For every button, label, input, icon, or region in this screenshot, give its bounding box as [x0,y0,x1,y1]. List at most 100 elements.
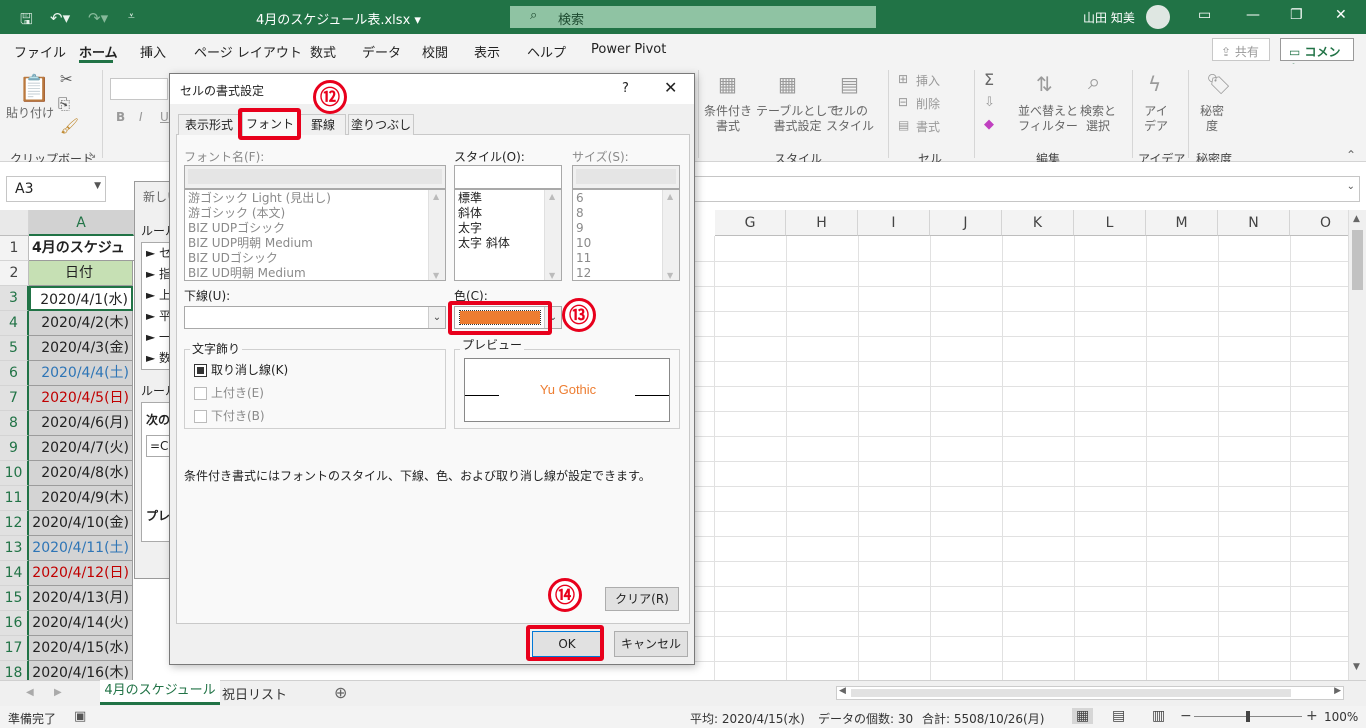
autosum-icon[interactable]: Σ [984,70,994,89]
font-size-input[interactable] [572,165,680,189]
size-list-scrollbar[interactable]: ▲ ▼ [662,190,679,280]
cell-styles-label[interactable]: セルの スタイル [826,104,874,134]
tab-number-format[interactable]: 表示形式 [178,114,240,135]
row-header[interactable]: 18 [0,661,29,680]
date-cell[interactable]: 2020/4/15(水) [29,636,133,661]
date-cell[interactable]: 2020/4/12(日) [29,561,133,586]
tab-view[interactable]: 表示 [474,42,500,61]
help-button[interactable]: ? [622,81,629,96]
row-header[interactable]: 7 [0,386,29,411]
chevron-down-icon[interactable]: ▼ [94,181,101,191]
delete-cells-label[interactable]: 削除 [916,95,940,112]
zoom-slider-thumb[interactable] [1246,711,1250,722]
sensitivity-icon[interactable]: 🏷 [1206,72,1231,96]
scroll-right-icon[interactable]: ▶ [1334,686,1341,696]
close-icon[interactable]: ✕ [1335,7,1347,23]
row-header[interactable]: 12 [0,511,29,536]
delete-cells-icon[interactable]: ⊟ [898,95,908,109]
row-header[interactable]: 6 [0,361,29,386]
dialog-launcher-icon[interactable]: ↘ [88,150,96,161]
underline-icon[interactable]: U [160,110,169,124]
column-header-m[interactable]: M [1146,210,1218,236]
macro-record-icon[interactable]: ▣ [74,709,86,724]
tab-fill[interactable]: 塗りつぶし [348,114,414,135]
font-name-list[interactable]: 游ゴシック Light (見出し) 游ゴシック (本文) BIZ UDPゴシック… [184,189,446,281]
fill-icon[interactable]: ⇩ [984,95,995,110]
checkbox[interactable] [194,387,207,400]
row-header[interactable]: 2 [0,261,29,286]
date-cell[interactable]: 2020/4/6(月) [29,411,133,436]
checkbox[interactable] [194,410,207,423]
insert-cells-label[interactable]: 挿入 [916,72,940,89]
font-list-item[interactable]: BIZ UD明朝 Medium [185,266,445,280]
tab-data[interactable]: データ [362,42,401,61]
cut-icon[interactable]: ✂ [60,70,73,88]
sheet-title-cell[interactable]: 4月のスケジュー [29,236,139,281]
scroll-thumb[interactable] [1352,230,1363,290]
scroll-up-icon[interactable]: ▲ [549,192,555,201]
underline-select[interactable]: ⌄ [184,306,446,329]
date-cell[interactable]: 2020/4/7(火) [29,436,133,461]
copy-icon[interactable]: ⎘ [58,95,70,113]
row-header[interactable]: 4 [0,311,29,336]
date-cell[interactable]: 2020/4/16(木) [29,661,133,680]
expand-formula-icon[interactable]: ⌄ [1347,181,1355,192]
font-size-list[interactable]: 6 8 9 10 11 12 ▲ ▼ [572,189,680,281]
format-cells-icon[interactable]: ▤ [898,118,909,132]
conditional-format-label[interactable]: 条件付き 書式 [704,104,752,134]
normal-view-icon[interactable]: ▦ [1072,708,1094,724]
date-cell[interactable]: 2020/4/8(水) [29,461,133,486]
checkbox-checked[interactable] [194,364,207,377]
column-header-i[interactable]: I [858,210,930,236]
sensitivity-label[interactable]: 秘密 度 [1200,104,1224,134]
paste-icon[interactable]: 📋 [18,74,50,104]
tab-insert[interactable]: 挿入 [140,42,166,61]
column-header-n[interactable]: N [1218,210,1290,236]
column-header-j[interactable]: J [930,210,1002,236]
ideas-label[interactable]: アイ デア [1144,104,1168,134]
name-box[interactable]: A3 ▼ [6,176,106,202]
column-header-l[interactable]: L [1074,210,1146,236]
minimize-icon[interactable]: — [1246,7,1260,23]
date-cell[interactable]: 2020/4/10(金) [29,511,133,536]
column-header-h[interactable]: H [786,210,858,236]
font-list-scrollbar[interactable]: ▲ ▼ [428,190,445,280]
redo-icon[interactable]: ↷▾ [88,9,108,27]
font-list-item[interactable]: 游ゴシック Light (見出し) [185,191,445,206]
row-header[interactable]: 1 [0,236,29,261]
date-cell[interactable]: 2020/4/14(火) [29,611,133,636]
tab-file[interactable]: ファイル [14,42,66,61]
column-header-k[interactable]: K [1002,210,1074,236]
font-name-input[interactable] [184,165,446,189]
row-header[interactable]: 11 [0,486,29,511]
sheet-tab-schedule[interactable]: 4月のスケジュール [100,680,220,705]
ribbon-display-icon[interactable]: ▭ [1198,7,1211,23]
restore-icon[interactable]: ❐ [1290,7,1303,23]
scroll-down-icon[interactable]: ▼ [1353,662,1360,672]
cancel-button[interactable]: キャンセル [614,631,688,657]
ideas-icon[interactable]: ϟ [1148,72,1161,96]
horizontal-scrollbar[interactable]: ◀ ▶ [836,686,1344,700]
find-select-label[interactable]: 検索と 選択 [1080,104,1116,134]
date-cell[interactable]: 2020/4/4(土) [29,361,133,386]
tab-power-pivot[interactable]: Power Pivot [591,42,666,57]
row-header[interactable]: 13 [0,536,29,561]
strikethrough-checkbox[interactable]: 取り消し線(K) [194,361,288,378]
close-icon[interactable]: ✕ [664,78,677,97]
paste-label[interactable]: 貼り付け [6,106,54,121]
clear-icon[interactable]: ◆ [984,117,994,132]
chevron-down-icon[interactable]: ⌄ [428,307,445,328]
font-name-combo[interactable] [110,78,168,100]
save-icon[interactable]: 🖫 [20,9,33,34]
row-header[interactable]: 3 [0,286,29,311]
row-header[interactable]: 16 [0,611,29,636]
search-box[interactable]: ⌕ 検索 [510,6,876,28]
column-header-a[interactable]: A [29,210,134,236]
row-header[interactable]: 14 [0,561,29,586]
tab-home[interactable]: ホーム [79,42,118,61]
column-header-g[interactable]: G [715,210,786,236]
date-cell[interactable]: 2020/4/13(月) [29,586,133,611]
insert-cells-icon[interactable]: ⊞ [898,72,908,86]
scroll-down-icon[interactable]: ▼ [433,271,439,280]
format-cells-label[interactable]: 書式 [916,118,940,135]
